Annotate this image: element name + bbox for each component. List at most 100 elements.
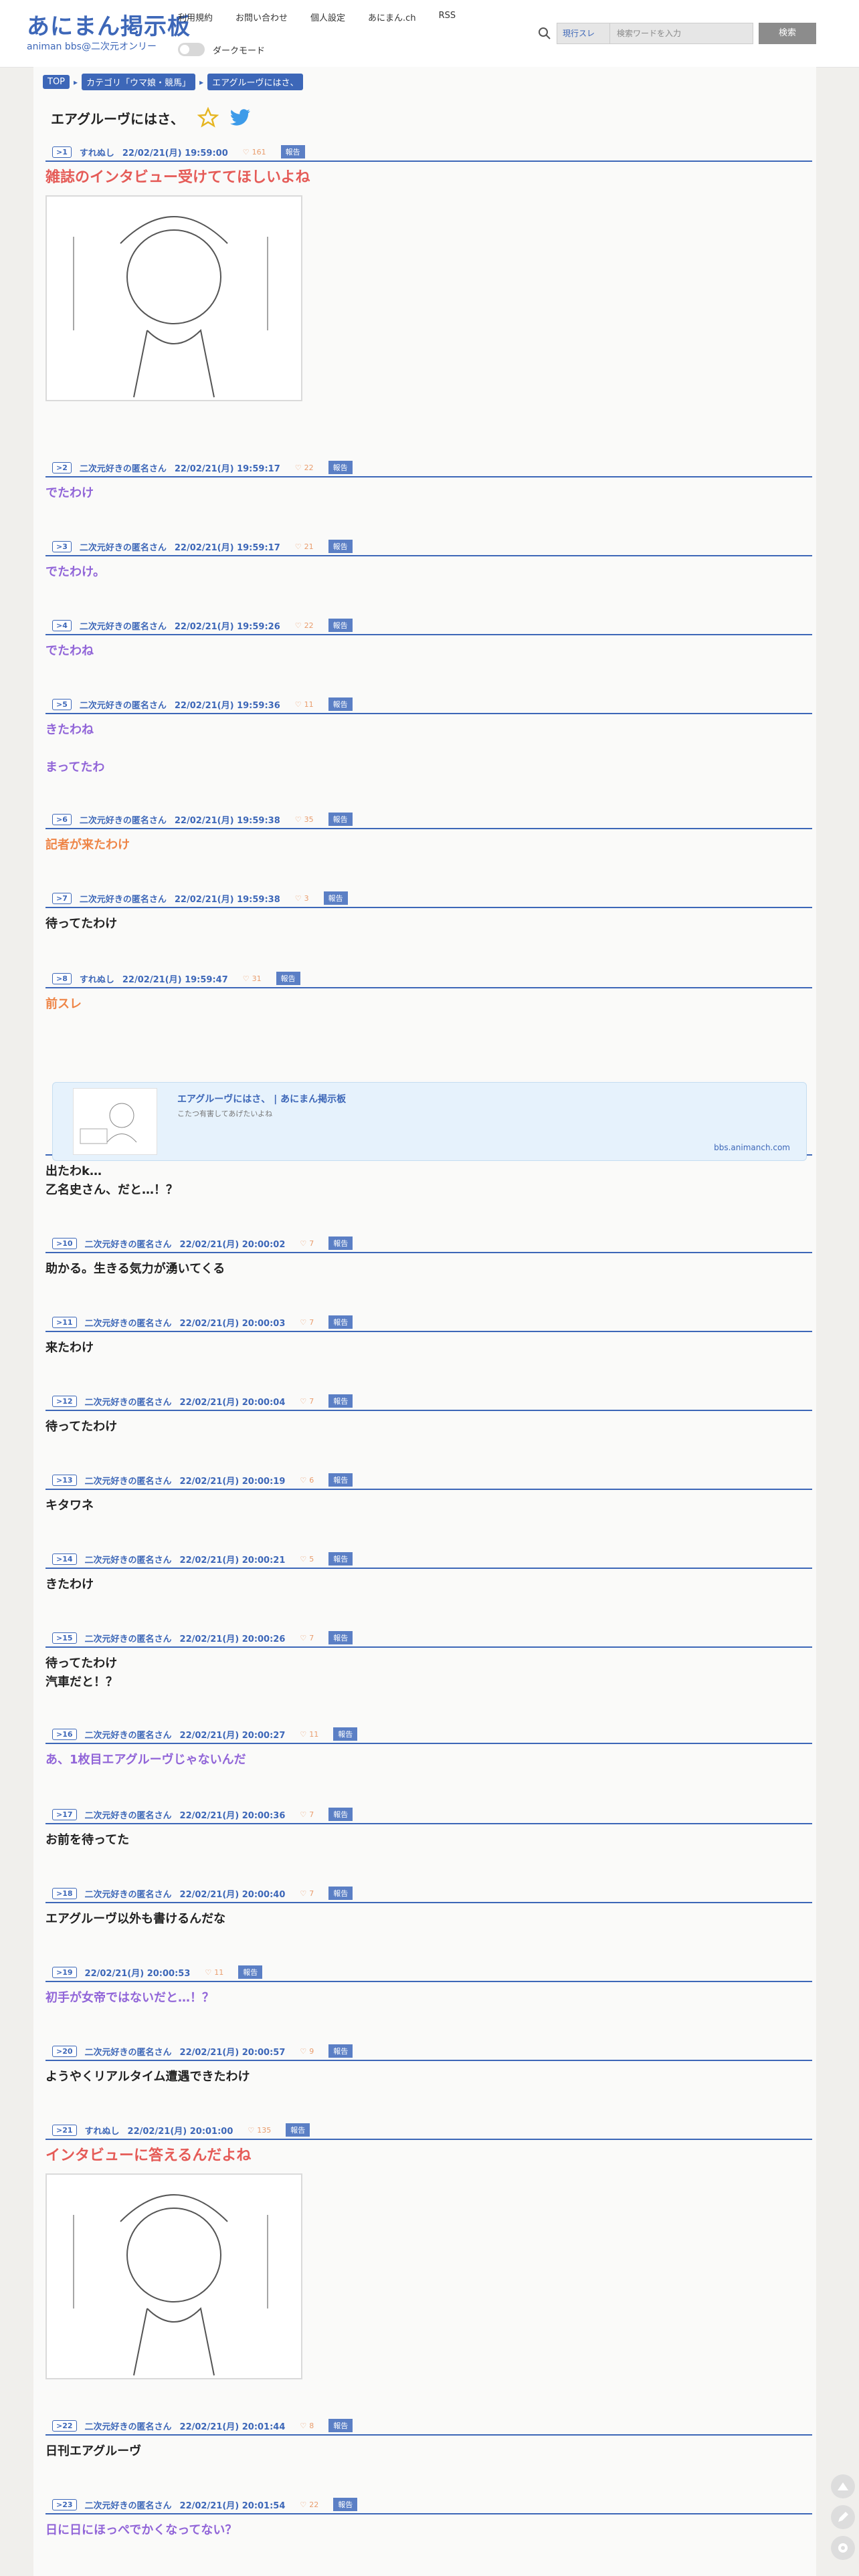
post-number[interactable]: >3: [52, 540, 72, 552]
search-type-select[interactable]: 現行スレ: [557, 23, 610, 44]
post-author: 二次元好きの匿名さん: [79, 621, 167, 632]
post-number[interactable]: >6: [52, 813, 72, 825]
like-button[interactable]: ♡ 31: [243, 974, 262, 983]
like-button[interactable]: ♡7: [300, 1318, 314, 1327]
post-author: 二次元好きの匿名さん: [79, 700, 167, 711]
report-button[interactable]: 報告: [328, 1237, 353, 1250]
like-button[interactable]: ♡ 6: [300, 1476, 314, 1485]
post-image[interactable]: [45, 195, 302, 401]
like-button[interactable]: ♡ 22: [295, 621, 314, 630]
post-number[interactable]: >15: [52, 1632, 77, 1644]
report-button[interactable]: 報告: [328, 1631, 353, 1644]
post-body: ようやくリアルタイム遭遇できたわけ: [45, 2061, 812, 2086]
post-line: 前スレ: [45, 997, 82, 1011]
post-number[interactable]: >13: [52, 1474, 77, 1486]
like-button[interactable]: ♡ 22: [295, 463, 314, 472]
post-number[interactable]: >1: [52, 146, 72, 158]
report-button[interactable]: 報告: [323, 891, 348, 905]
post-number[interactable]: >8: [52, 972, 72, 984]
like-button[interactable]: ♡ 11: [300, 1730, 318, 1739]
report-button[interactable]: 報告: [328, 1887, 353, 1900]
like-button[interactable]: ♡7: [300, 1889, 314, 1898]
scroll-top-icon[interactable]: [831, 2474, 855, 2498]
report-button[interactable]: 報告: [328, 1315, 353, 1329]
post-number[interactable]: >23: [52, 2498, 77, 2510]
post-number[interactable]: >22: [52, 2420, 77, 2432]
report-button[interactable]: 報告: [328, 1473, 353, 1487]
heart-icon: ♡: [300, 1475, 307, 1485]
settings-icon[interactable]: [831, 2536, 855, 2560]
report-button[interactable]: 報告: [280, 145, 305, 158]
like-button[interactable]: ♡ 161: [243, 148, 266, 156]
post-number[interactable]: >20: [52, 2045, 77, 2057]
report-button[interactable]: 報告: [238, 1965, 263, 1979]
post-number[interactable]: >4: [52, 619, 72, 631]
post-number[interactable]: >17: [52, 1808, 77, 1820]
report-button[interactable]: 報告: [328, 1552, 353, 1566]
search-icon[interactable]: [538, 27, 551, 40]
like-button[interactable]: ♡ 22: [300, 2500, 318, 2509]
report-button[interactable]: 報告: [333, 1727, 358, 1741]
nav-animanch[interactable]: あにまん.ch: [368, 11, 416, 23]
post-number[interactable]: >11: [52, 1316, 77, 1328]
post-date: 22/02/21(月) 20:00:03: [179, 1318, 286, 1329]
report-button[interactable]: 報告: [286, 2123, 310, 2137]
like-button[interactable]: ♡7: [300, 1397, 314, 1406]
report-button[interactable]: 報告: [328, 540, 353, 553]
post-number[interactable]: >16: [52, 1728, 77, 1740]
report-button[interactable]: 報告: [328, 2419, 353, 2432]
like-button[interactable]: ♡7: [300, 1810, 314, 1819]
report-button[interactable]: 報告: [328, 2044, 353, 2058]
nav-terms[interactable]: 利用規約: [178, 11, 213, 23]
link-card[interactable]: エアグルーヴにはさ、 | あにまん掲示板 こたつ有害してあげたいよね bbs.a…: [52, 1082, 807, 1161]
post-number[interactable]: >5: [52, 698, 72, 710]
like-button[interactable]: ♡7: [300, 1239, 314, 1248]
post-line: 日に日にほっぺでかくなってない？: [45, 2523, 237, 2537]
breadcrumb-thread[interactable]: エアグルーヴにはさ、: [207, 74, 304, 90]
breadcrumb-top[interactable]: TOP: [43, 75, 70, 89]
like-button[interactable]: ♡ 135: [248, 2126, 271, 2135]
post-number[interactable]: >14: [52, 1553, 77, 1565]
site-header: あにまん掲示板 animan bbs@二次元オンリー 利用規約 お問い合わせ 個…: [0, 0, 859, 68]
breadcrumb-category[interactable]: カテゴリ「ウマ娘・競馬」: [82, 74, 196, 90]
report-button[interactable]: 報告: [328, 461, 353, 474]
like-button[interactable]: ♡ 35: [295, 815, 314, 824]
post-number[interactable]: >10: [52, 1237, 77, 1249]
post-number[interactable]: >2: [52, 461, 72, 473]
post-number[interactable]: >7: [52, 892, 72, 904]
post-number[interactable]: >19: [52, 1966, 77, 1978]
report-button[interactable]: 報告: [328, 1394, 353, 1408]
nav-settings[interactable]: 個人設定: [310, 11, 345, 23]
like-button[interactable]: ♡ 5: [300, 1555, 314, 1564]
post-image[interactable]: [45, 2173, 302, 2379]
post-number[interactable]: >12: [52, 1395, 77, 1407]
nav-rss[interactable]: RSS: [439, 11, 456, 23]
write-icon[interactable]: [831, 2505, 855, 2529]
like-button[interactable]: ♡ 21: [295, 542, 314, 551]
search-button[interactable]: 検索: [759, 23, 816, 44]
post: >10 二次元好きの匿名さん 22/02/21(月) 20:00:02 ♡ 7 報告 助かる…: [45, 1235, 812, 1279]
nav-contact[interactable]: お問い合わせ: [235, 11, 288, 23]
post-number[interactable]: >18: [52, 1887, 77, 1899]
like-button[interactable]: ♡ 11: [205, 1968, 223, 1977]
report-button[interactable]: 報告: [328, 697, 353, 711]
report-button[interactable]: 報告: [328, 619, 353, 632]
report-button[interactable]: 報告: [276, 972, 300, 985]
like-button[interactable]: ♡7: [300, 1634, 314, 1642]
site-logo[interactable]: あにまん掲示板 animan bbs@二次元オンリー: [27, 15, 191, 53]
report-button[interactable]: 報告: [328, 1808, 353, 1821]
report-button[interactable]: 報告: [328, 813, 353, 826]
star-icon[interactable]: [197, 107, 219, 128]
like-count: 7: [309, 1239, 314, 1248]
report-button[interactable]: 報告: [333, 2498, 358, 2511]
search-input[interactable]: 検索ワードを入力: [610, 23, 753, 44]
like-button[interactable]: ♡ 8: [300, 2422, 314, 2430]
post-number[interactable]: >21: [52, 2124, 77, 2136]
dark-mode-toggle[interactable]: ダークモード: [178, 43, 265, 56]
post-line: 記者が来たわけ: [45, 838, 130, 852]
like-button[interactable]: ♡ 3: [295, 894, 309, 903]
twitter-icon[interactable]: [229, 108, 251, 127]
like-button[interactable]: ♡ 11: [295, 700, 314, 709]
toggle-switch[interactable]: [178, 43, 205, 56]
like-button[interactable]: ♡ 9: [300, 2047, 314, 2056]
